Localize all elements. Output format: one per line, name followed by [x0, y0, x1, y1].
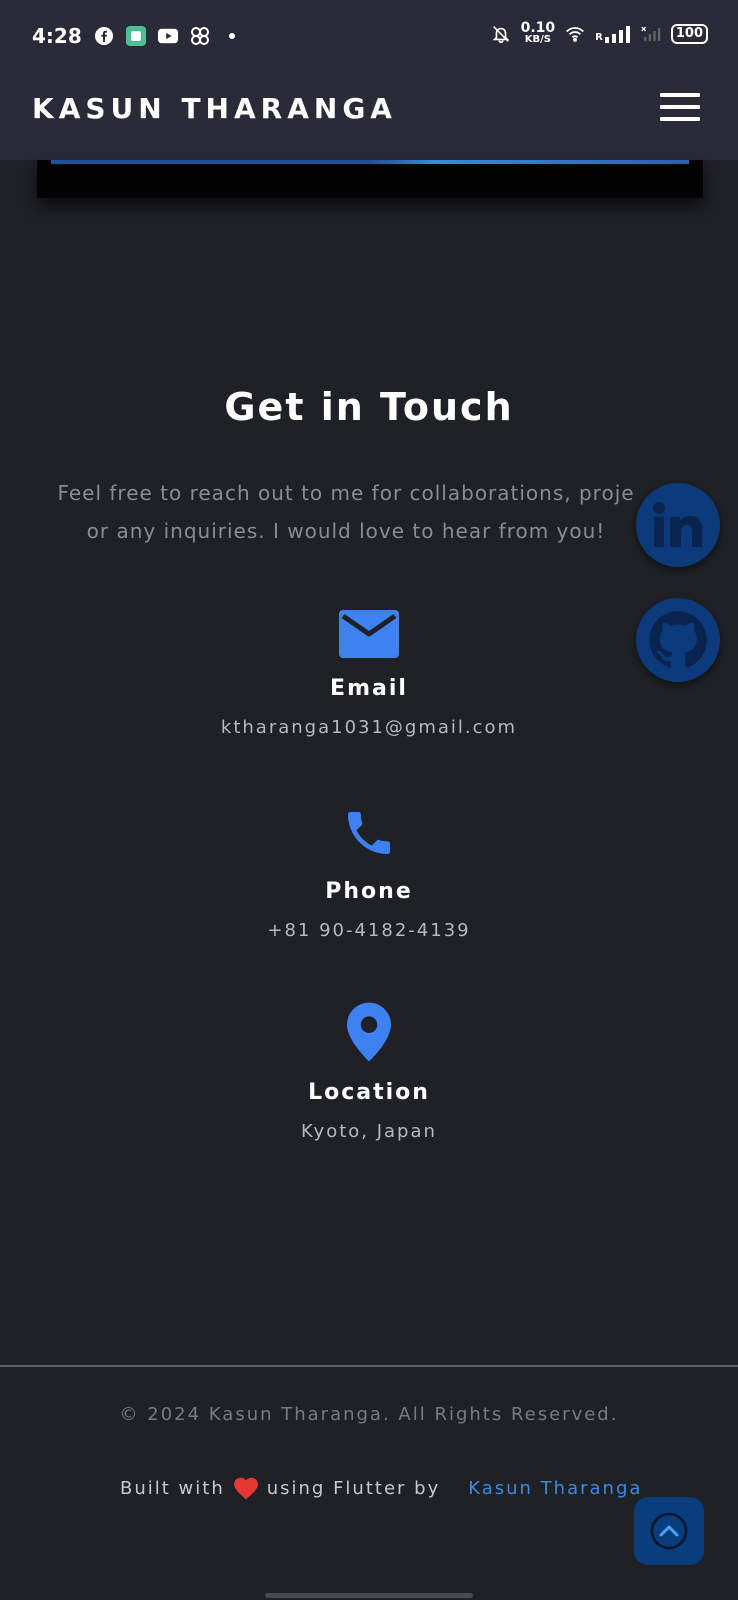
footer-built-with: Built with using Flutter by Kasun Tharan… [120, 1476, 642, 1500]
contact-phone[interactable]: Phone +81 90-4182-4139 [0, 805, 738, 941]
contact-location[interactable]: Location Kyoto, Japan [0, 1002, 738, 1142]
mail-icon [339, 610, 399, 658]
brand-title[interactable]: KASUN THARANGA [32, 92, 397, 125]
description-line-2: or any inquiries. I would love to hear f… [86, 519, 606, 543]
signal-icon: R [595, 25, 631, 43]
network-speed: 0.10 KB/S [520, 20, 556, 46]
contact-value[interactable]: ktharanga1031@gmail.com [0, 717, 738, 738]
contact-email[interactable]: Email ktharanga1031@gmail.com [0, 610, 738, 738]
previous-section-card [37, 160, 703, 198]
footer-divider [0, 1365, 738, 1367]
phone-icon [348, 812, 390, 854]
section-description: Feel free to reach out to me for collabo… [46, 474, 646, 550]
status-bar: 4:28 0.10 KB/S R 100 [0, 0, 738, 78]
wifi-icon [565, 24, 585, 44]
network-roaming-label: R [595, 32, 603, 43]
author-link[interactable]: Kasun Tharanga [468, 1478, 642, 1499]
built-with-middle: using Flutter by [266, 1477, 441, 1499]
facebook-icon [94, 26, 114, 46]
location-pin-icon [347, 1002, 391, 1062]
network-speed-unit: KB/S [524, 34, 551, 45]
footer-copyright: © 2024 Kasun Tharanga. All Rights Reserv… [119, 1404, 619, 1425]
youtube-icon [157, 26, 178, 46]
menu-line [660, 117, 700, 121]
menu-line [660, 105, 700, 109]
signal-no-service-icon [641, 24, 661, 44]
battery-indicator: 100 [670, 24, 708, 44]
menu-line [660, 93, 700, 97]
built-with-prefix: Built with [120, 1477, 225, 1499]
description-line-1: Feel free to reach out to me for collabo… [57, 481, 635, 505]
scroll-to-top-button[interactable] [634, 1497, 704, 1565]
status-time: 4:28 [32, 24, 82, 48]
contact-label: Phone [325, 879, 413, 904]
heart-icon [233, 1477, 258, 1500]
clover-app-icon [190, 26, 210, 46]
contact-value: Kyoto, Japan [301, 1121, 437, 1142]
hamburger-menu-button[interactable] [660, 93, 700, 121]
linkedin-icon [653, 502, 702, 547]
app-notification-icon [125, 26, 146, 46]
card-accent-line [51, 160, 689, 164]
network-speed-value: 0.10 [520, 20, 556, 36]
linkedin-button[interactable] [636, 483, 720, 567]
silent-bell-icon [491, 24, 511, 44]
more-notifications-dot-icon [222, 26, 242, 46]
section-title: Get in Touch [224, 385, 514, 429]
contact-value[interactable]: +81 90-4182-4139 [0, 920, 738, 941]
chevron-up-icon [650, 1512, 688, 1550]
contact-label: Location [308, 1080, 430, 1105]
home-indicator[interactable] [265, 1593, 473, 1598]
contact-label: Email [330, 676, 408, 701]
app-bar: KASUN THARANGA [0, 78, 738, 160]
